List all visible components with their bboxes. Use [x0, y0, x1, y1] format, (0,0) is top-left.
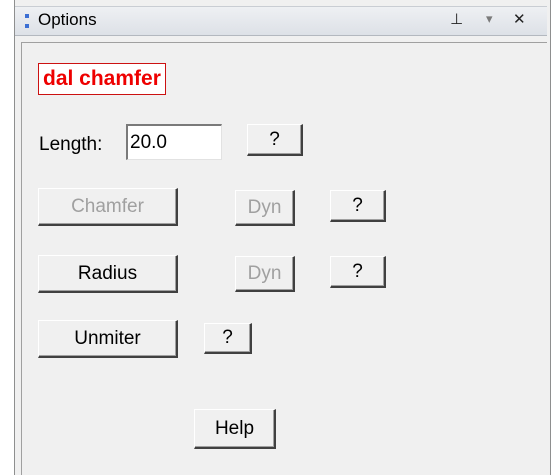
unmiter-button[interactable]: Unmiter [38, 320, 178, 358]
panel-titlebar[interactable]: Options ⊥ ▾ ✕ [15, 6, 547, 36]
help-button[interactable]: Help [194, 409, 276, 449]
chamfer-button[interactable]: Chamfer [38, 188, 178, 226]
pin-icon[interactable]: ⊥ [450, 10, 463, 28]
radius-button[interactable]: Radius [38, 255, 178, 293]
chamfer-help-button[interactable]: ? [330, 190, 386, 222]
panel-content: dal chamfer Length: ? Chamfer Dyn ? Radi… [21, 42, 547, 475]
radius-help-button[interactable]: ? [330, 256, 386, 288]
unmiter-help-button[interactable]: ? [204, 323, 252, 354]
radius-dyn-button[interactable]: Dyn [235, 256, 295, 292]
length-help-button[interactable]: ? [247, 124, 303, 156]
close-icon[interactable]: ✕ [513, 10, 526, 28]
chamfer-dyn-button[interactable]: Dyn [235, 190, 295, 226]
dropdown-icon[interactable]: ▾ [486, 12, 493, 27]
length-input[interactable] [126, 124, 222, 160]
command-name-label: dal chamfer [38, 63, 166, 95]
panel-title: Options [38, 10, 97, 29]
length-label: Length: [39, 134, 103, 155]
grip-icon[interactable] [25, 14, 29, 28]
